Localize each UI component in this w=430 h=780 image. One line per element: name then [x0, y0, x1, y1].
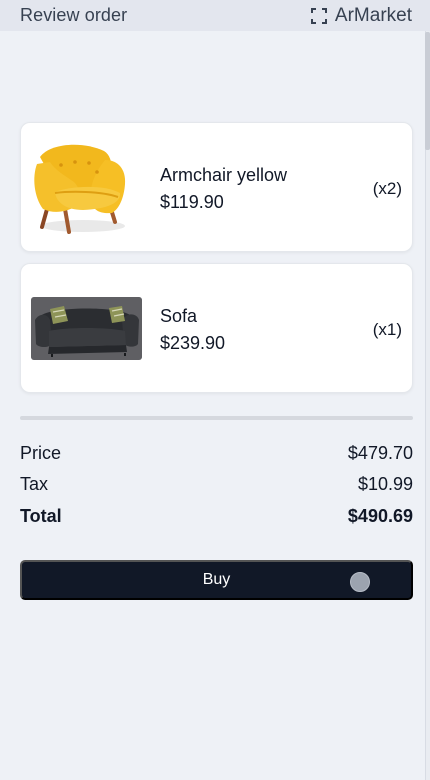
order-item-sofa[interactable]: Sofa $239.90 (x1) [20, 263, 413, 393]
item-name: Armchair yellow [160, 165, 288, 185]
item-quantity: (x2) [372, 179, 402, 198]
item-price: $239.90 [160, 333, 226, 353]
price-label: Price [20, 443, 62, 463]
armchair-image [31, 137, 142, 239]
scan-icon [310, 7, 327, 24]
tax-row: Tax $10.99 [20, 474, 413, 495]
item-quantity: (x1) [372, 320, 402, 339]
sofa-image [31, 297, 142, 360]
tax-label: Tax [20, 474, 49, 494]
brand: ArMarket [310, 4, 412, 27]
review-order-screen: Review order ArMarket Armchair yellow $1… [0, 0, 430, 780]
tax-value: $10.99 [357, 474, 413, 494]
item-name: Sofa [160, 306, 198, 326]
total-value: $490.69 [347, 506, 413, 526]
buy-button[interactable]: Buy [20, 560, 413, 600]
app-header: Review order ArMarket [0, 0, 430, 31]
scrollbar-thumb[interactable] [425, 32, 430, 150]
buy-button-label: Buy [202, 571, 231, 588]
price-row: Price $479.70 [20, 443, 413, 464]
item-price: $119.90 [160, 192, 224, 212]
order-item-armchair[interactable]: Armchair yellow $119.90 (x2) [20, 122, 413, 252]
price-value: $479.70 [347, 443, 413, 463]
total-row: Total $490.69 [20, 506, 413, 527]
status-dot-icon [350, 572, 370, 592]
brand-name: ArMarket [334, 4, 412, 26]
total-label: Total [20, 506, 62, 526]
page-title: Review order [20, 5, 128, 25]
summary-divider [20, 416, 413, 420]
